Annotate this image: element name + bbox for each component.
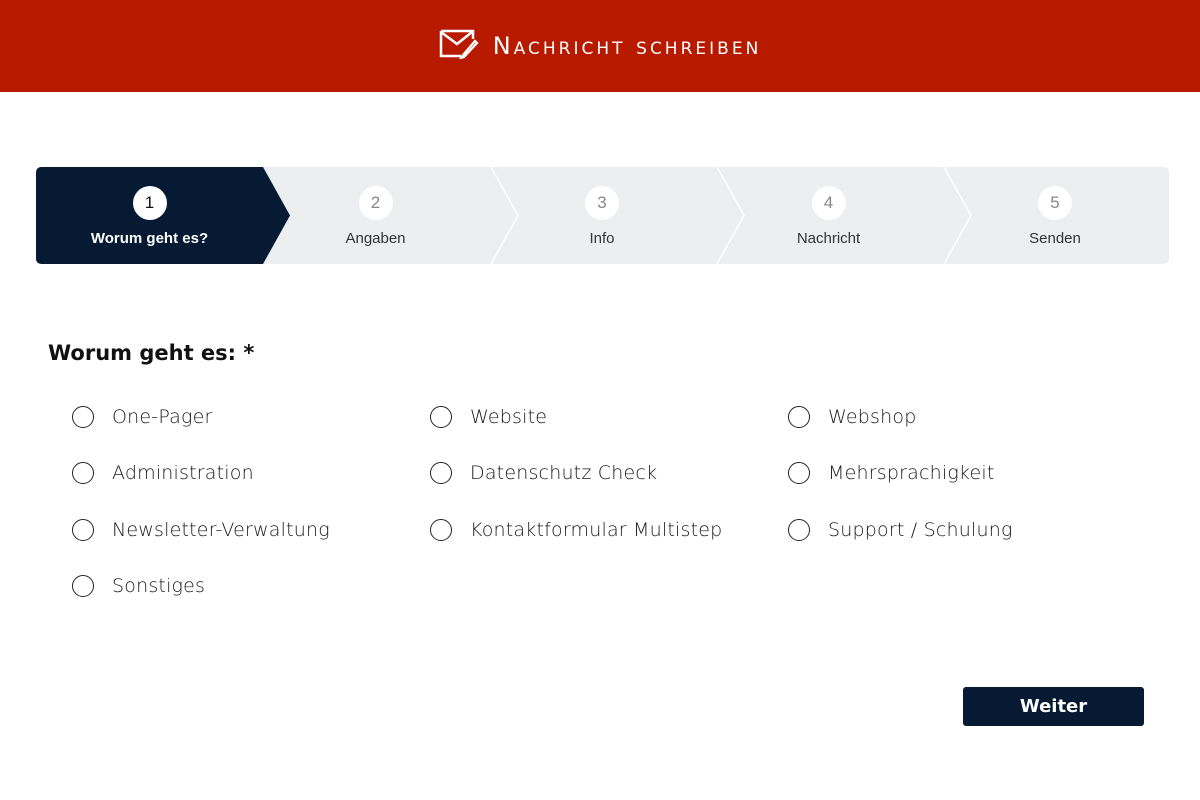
- option-administration[interactable]: Administration: [72, 462, 254, 484]
- radio-button[interactable]: [430, 406, 452, 428]
- radio-button[interactable]: [72, 519, 94, 541]
- step-label: Nachricht: [796, 230, 861, 247]
- option-label: Support / Schulung: [828, 519, 1013, 541]
- option-one-pager[interactable]: One-Pager: [72, 406, 213, 428]
- option-website[interactable]: Website: [430, 406, 547, 428]
- step-label: Angaben: [345, 230, 406, 247]
- option-datenschutz-check[interactable]: Datenschutz Check: [430, 462, 657, 484]
- step-number: 3: [585, 186, 619, 220]
- option-label: Sonstiges: [112, 575, 206, 597]
- radio-button[interactable]: [72, 462, 94, 484]
- option-label: Website: [470, 406, 548, 428]
- option-mehrsprachigkeit[interactable]: Mehrsprachigkeit: [788, 462, 994, 484]
- option-newsletter-verwaltung[interactable]: Newsletter-Verwaltung: [72, 519, 330, 541]
- option-label: Kontaktformular Multistep: [470, 519, 723, 541]
- step-label: Worum geht es?: [90, 230, 209, 247]
- next-button[interactable]: Weiter: [963, 687, 1144, 726]
- progress-stepper: 1 Worum geht es? 2 Angaben 3 Info 4 Nach…: [36, 167, 1169, 264]
- option-label: Newsletter-Verwaltung: [112, 519, 330, 541]
- step-4[interactable]: 4 Nachricht: [715, 167, 942, 264]
- radio-button[interactable]: [72, 406, 94, 428]
- option-kontaktformular-multistep[interactable]: Kontaktformular Multistep: [430, 519, 722, 541]
- step-number: 5: [1038, 186, 1072, 220]
- step-5[interactable]: 5 Senden: [942, 167, 1168, 264]
- radio-button[interactable]: [788, 519, 810, 541]
- option-label: Datenschutz Check: [470, 462, 658, 484]
- option-label: Administration: [112, 462, 254, 484]
- step-3[interactable]: 3 Info: [489, 167, 715, 264]
- radio-button[interactable]: [430, 462, 452, 484]
- step-label: Senden: [1029, 230, 1081, 247]
- radio-button[interactable]: [430, 519, 452, 541]
- step-number: 1: [132, 186, 167, 220]
- step-number: 4: [811, 186, 846, 220]
- page-title: Nachricht schreiben: [492, 32, 762, 60]
- option-label: Mehrsprachigkeit: [828, 462, 995, 484]
- page-header: Nachricht schreiben: [0, 0, 1200, 92]
- header-brand: Nachricht schreiben: [439, 29, 762, 64]
- step-label: Info: [589, 230, 615, 247]
- step-2[interactable]: 2 Angaben: [263, 167, 488, 264]
- question-label: Worum geht es: *: [48, 341, 255, 365]
- radio-button[interactable]: [788, 406, 810, 428]
- option-label: Webshop: [828, 406, 917, 428]
- option-support-schulung[interactable]: Support / Schulung: [788, 519, 1013, 541]
- option-label: One-Pager: [112, 406, 213, 428]
- radio-button[interactable]: [788, 462, 810, 484]
- step-1[interactable]: 1 Worum geht es?: [36, 167, 263, 264]
- option-sonstiges[interactable]: Sonstiges: [72, 575, 205, 597]
- step-number: 2: [358, 186, 393, 220]
- option-webshop[interactable]: Webshop: [788, 406, 916, 428]
- radio-button[interactable]: [72, 575, 94, 597]
- mail-pen-icon: [439, 29, 479, 64]
